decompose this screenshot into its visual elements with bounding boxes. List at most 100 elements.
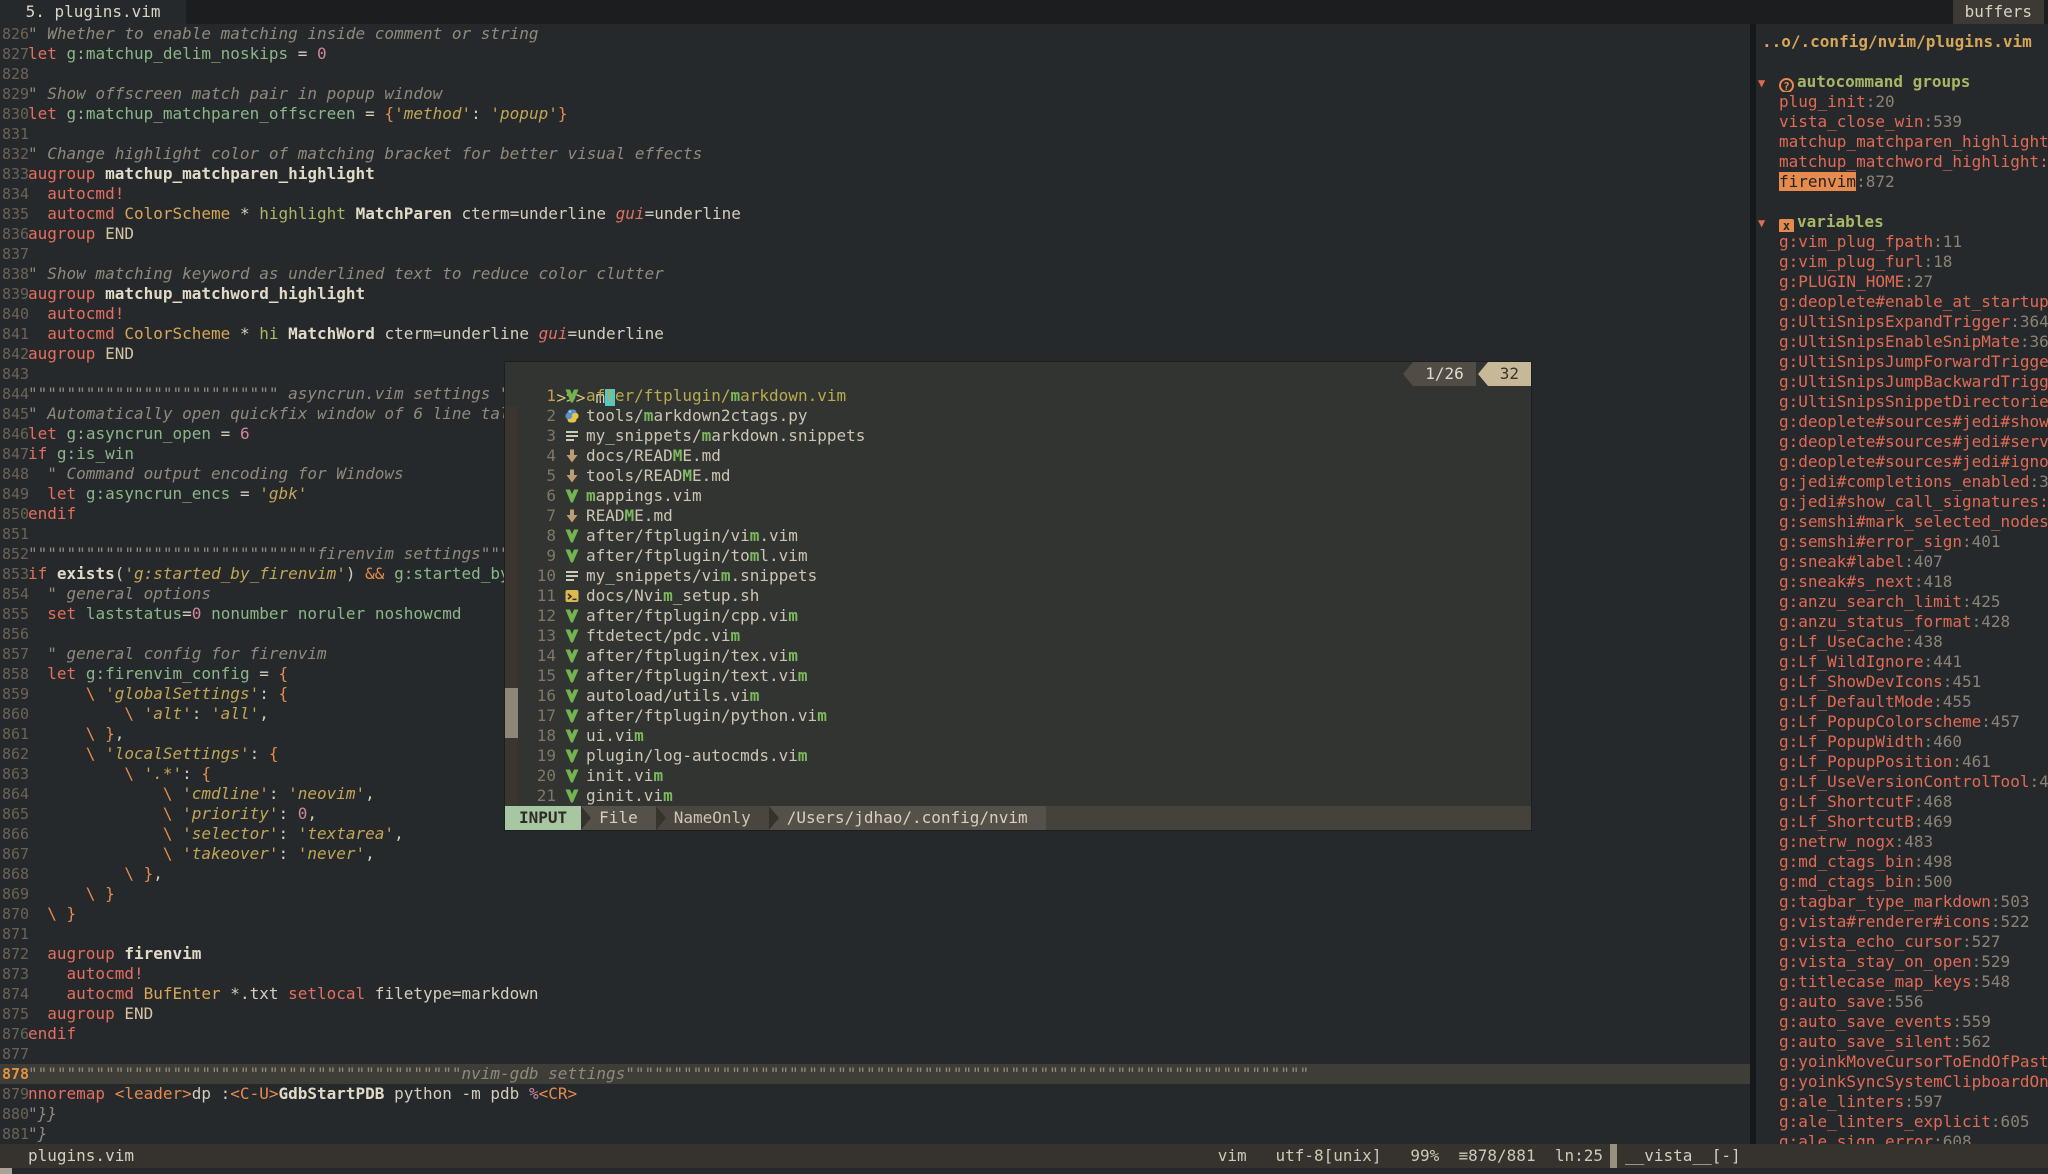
vista-item[interactable]: vista_close_win:539 [1756, 112, 2048, 132]
vista-item[interactable]: g:semshi#error_sign:401 [1756, 532, 2048, 552]
vista-item[interactable]: g:sneak#label:407 [1756, 552, 2048, 572]
vista-item[interactable]: g:ale_linters:597 [1756, 1092, 2048, 1112]
vista-item[interactable]: g:jedi#show_call_signatures: [1756, 492, 2048, 512]
code-line-841[interactable]: 841 autocmd ColorScheme * hi MatchWord c… [0, 324, 1750, 344]
vista-item[interactable]: g:PLUGIN_HOME:27 [1756, 272, 2048, 292]
finder-result[interactable]: 12after/ftplugin/cpp.vim [505, 606, 1531, 626]
code-line-870[interactable]: 870 \ } [0, 904, 1750, 924]
vista-item[interactable]: g:md_ctags_bin:498 [1756, 852, 2048, 872]
vista-item[interactable]: g:Lf_PopupColorscheme:457 [1756, 712, 2048, 732]
vista-item[interactable]: g:Lf_PopupWidth:460 [1756, 732, 2048, 752]
vista-item[interactable]: g:UltiSnipsExpandTrigger:364 [1756, 312, 2048, 332]
code-line-867[interactable]: 867 \ 'takeover': 'never', [0, 844, 1750, 864]
finder-result[interactable]: 8after/ftplugin/vim.vim [505, 526, 1531, 546]
code-line-828[interactable]: 828 [0, 64, 1750, 84]
vista-item[interactable]: g:semshi#mark_selected_nodes [1756, 512, 2048, 532]
code-line-869[interactable]: 869 \ } [0, 884, 1750, 904]
vista-item[interactable]: g:Lf_UseVersionControlTool:4 [1756, 772, 2048, 792]
finder-result[interactable]: 10my_snippets/vim.snippets [505, 566, 1531, 586]
code-line-877[interactable]: 877 [0, 1044, 1750, 1064]
vista-item[interactable]: g:md_ctags_bin:500 [1756, 872, 2048, 892]
code-line-875[interactable]: 875 augroup END [0, 1004, 1750, 1024]
code-line-833[interactable]: 833augroup matchup_matchparen_highlight [0, 164, 1750, 184]
vista-item[interactable]: g:deoplete#sources#jedi#igno [1756, 452, 2048, 472]
finder-prompt[interactable]: >>>m 1/2632 [505, 362, 1531, 386]
code-line-830[interactable]: 830let g:matchup_matchparen_offscreen = … [0, 104, 1750, 124]
vista-item[interactable]: g:UltiSnipsEnableSnipMate:36 [1756, 332, 2048, 352]
code-line-837[interactable]: 837 [0, 244, 1750, 264]
finder-result[interactable]: 6mappings.vim [505, 486, 1531, 506]
code-line-868[interactable]: 868 \ }, [0, 864, 1750, 884]
vista-item[interactable]: g:Lf_UseCache:438 [1756, 632, 2048, 652]
finder-result[interactable]: 19plugin/log-autocmds.vim [505, 746, 1531, 766]
vista-item[interactable]: g:ale_sign_error:608 [1756, 1132, 2048, 1144]
vista-item[interactable]: g:anzu_search_limit:425 [1756, 592, 2048, 612]
code-line-834[interactable]: 834 autocmd! [0, 184, 1750, 204]
code-line-842[interactable]: 842augroup END [0, 344, 1750, 364]
vista-section-header[interactable]: ▼xvariables [1756, 212, 2048, 232]
command-line[interactable] [0, 1168, 2048, 1174]
code-line-871[interactable]: 871 [0, 924, 1750, 944]
finder-result[interactable]: 21ginit.vim [505, 786, 1531, 806]
vista-item[interactable]: g:auto_save_silent:562 [1756, 1032, 2048, 1052]
code-line-878[interactable]: 878"""""""""""""""""""""""""""""""""""""… [0, 1064, 1750, 1084]
chevron-down-icon[interactable]: ▼ [1758, 73, 1779, 92]
vista-item[interactable]: matchup_matchparen_highlight [1756, 132, 2048, 152]
vista-item[interactable]: g:deoplete#sources#jedi#serv [1756, 432, 2048, 452]
code-line-829[interactable]: 829" Show offscreen match pair in popup … [0, 84, 1750, 104]
code-line-881[interactable]: 881"} [0, 1124, 1750, 1144]
vista-item[interactable]: g:ale_linters_explicit:605 [1756, 1112, 2048, 1132]
code-line-840[interactable]: 840 autocmd! [0, 304, 1750, 324]
code-line-838[interactable]: 838" Show matching keyword as underlined… [0, 264, 1750, 284]
vista-item[interactable]: g:titlecase_map_keys:548 [1756, 972, 2048, 992]
vista-item[interactable]: g:Lf_DefaultMode:455 [1756, 692, 2048, 712]
finder-result[interactable]: 3my_snippets/markdown.snippets [505, 426, 1531, 446]
code-line-873[interactable]: 873 autocmd! [0, 964, 1750, 984]
code-line-839[interactable]: 839augroup matchup_matchword_highlight [0, 284, 1750, 304]
finder-result[interactable]: 16autoload/utils.vim [505, 686, 1531, 706]
finder-result[interactable]: 1after/ftplugin/markdown.vim [505, 386, 1531, 406]
code-line-832[interactable]: 832" Change highlight color of matching … [0, 144, 1750, 164]
vista-item[interactable]: g:Lf_ShowDevIcons:451 [1756, 672, 2048, 692]
vista-section-header[interactable]: ▼?autocommand groups [1756, 72, 2048, 92]
vista-item[interactable]: g:Lf_ShortcutF:468 [1756, 792, 2048, 812]
vista-item[interactable]: g:Lf_PopupPosition:461 [1756, 752, 2048, 772]
vista-item[interactable]: g:tagbar_type_markdown:503 [1756, 892, 2048, 912]
code-line-831[interactable]: 831 [0, 124, 1750, 144]
vista-item[interactable]: g:jedi#completions_enabled:3 [1756, 472, 2048, 492]
code-line-826[interactable]: 826" Whether to enable matching inside c… [0, 24, 1750, 44]
vista-item[interactable]: matchup_matchword_highlight: [1756, 152, 2048, 172]
finder-result[interactable]: 18ui.vim [505, 726, 1531, 746]
code-line-835[interactable]: 835 autocmd ColorScheme * highlight Matc… [0, 204, 1750, 224]
finder-result[interactable]: 9after/ftplugin/toml.vim [505, 546, 1531, 566]
tab-plugins-vim[interactable]: 5. plugins.vim [0, 0, 186, 24]
vista-item[interactable]: g:vim_plug_furl:18 [1756, 252, 2048, 272]
finder-result[interactable]: 5tools/README.md [505, 466, 1531, 486]
vista-item[interactable]: g:auto_save_events:559 [1756, 1012, 2048, 1032]
code-line-872[interactable]: 872 augroup firenvim [0, 944, 1750, 964]
vista-item[interactable]: g:UltiSnipsJumpBackwardTrigg [1756, 372, 2048, 392]
code-line-876[interactable]: 876endif [0, 1024, 1750, 1044]
vista-item[interactable]: g:deoplete#enable_at_startup [1756, 292, 2048, 312]
vista-item[interactable]: g:Lf_WildIgnore:441 [1756, 652, 2048, 672]
vista-item[interactable]: plug_init:20 [1756, 92, 2048, 112]
finder-result[interactable]: 4docs/README.md [505, 446, 1531, 466]
finder-result[interactable]: 14after/ftplugin/tex.vim [505, 646, 1531, 666]
finder-result[interactable]: 15after/ftplugin/text.vim [505, 666, 1531, 686]
vista-item[interactable]: firenvim:872 [1756, 172, 2048, 192]
vista-item[interactable]: g:deoplete#sources#jedi#show [1756, 412, 2048, 432]
vista-item[interactable]: g:vista_stay_on_open:529 [1756, 952, 2048, 972]
vista-item[interactable]: g:auto_save:556 [1756, 992, 2048, 1012]
vista-item[interactable]: g:yoinkMoveCursorToEndOfPast [1756, 1052, 2048, 1072]
code-line-879[interactable]: 879nnoremap <leader>dp :<C-U>GdbStartPDB… [0, 1084, 1750, 1104]
code-line-880[interactable]: 880"}} [0, 1104, 1750, 1124]
chevron-down-icon[interactable]: ▼ [1758, 213, 1779, 232]
vista-item[interactable]: g:vim_plug_fpath:11 [1756, 232, 2048, 252]
finder-result[interactable]: 2tools/markdown2ctags.py [505, 406, 1531, 426]
finder-result[interactable]: 17after/ftplugin/python.vim [505, 706, 1531, 726]
vista-item[interactable]: g:yoinkSyncSystemClipboardOn [1756, 1072, 2048, 1092]
code-line-827[interactable]: 827let g:matchup_delim_noskips = 0 [0, 44, 1750, 64]
finder-result[interactable]: 13ftdetect/pdc.vim [505, 626, 1531, 646]
code-line-836[interactable]: 836augroup END [0, 224, 1750, 244]
vista-item[interactable]: g:Lf_ShortcutB:469 [1756, 812, 2048, 832]
